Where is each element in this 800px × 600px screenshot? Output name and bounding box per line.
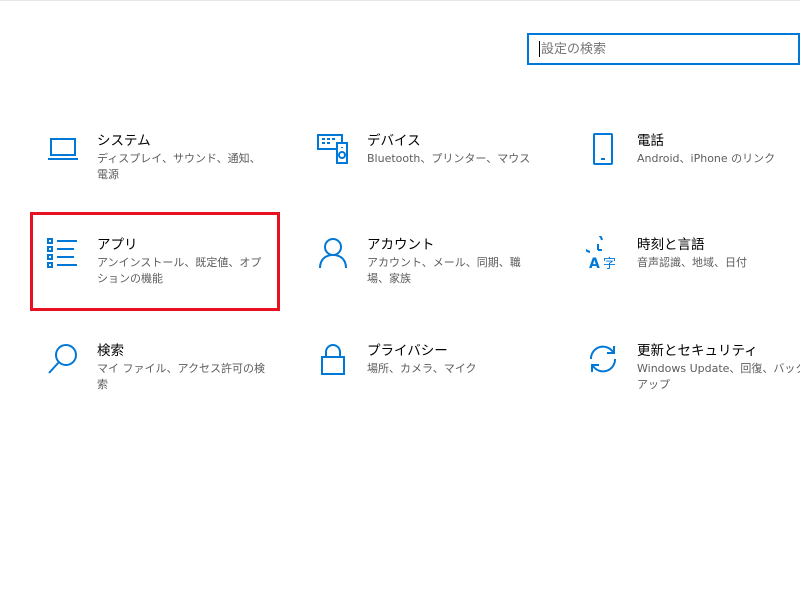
phone-icon bbox=[585, 131, 621, 167]
settings-search-input[interactable] bbox=[541, 41, 781, 57]
tile-devices-desc: Bluetooth、プリンター、マウス bbox=[367, 152, 531, 165]
sync-icon bbox=[585, 341, 621, 377]
lock-icon bbox=[315, 341, 351, 377]
tile-update-security[interactable]: 更新とセキュリティ Windows Update、回復、バックアップ bbox=[585, 341, 800, 411]
laptop-icon bbox=[45, 131, 81, 167]
tile-privacy-title: プライバシー bbox=[367, 343, 448, 359]
tile-time-language-desc: 音声認識、地域、日付 bbox=[637, 256, 747, 269]
search-icon bbox=[45, 341, 81, 377]
svg-text:字: 字 bbox=[603, 257, 616, 270]
tile-search-title: 検索 bbox=[97, 343, 124, 359]
tile-search[interactable]: 検索 マイ ファイル、アクセス許可の検索 bbox=[45, 341, 285, 411]
top-divider bbox=[0, 0, 800, 1]
devices-icon bbox=[315, 131, 351, 167]
svg-text:A: A bbox=[589, 256, 600, 270]
tile-update-security-desc: Windows Update、回復、バックアップ bbox=[637, 362, 800, 391]
tile-accounts-title: アカウント bbox=[367, 237, 435, 253]
settings-search-box[interactable] bbox=[527, 33, 800, 65]
text-caret bbox=[539, 41, 540, 57]
tile-time-language[interactable]: A 字 時刻と言語 音声認識、地域、日付 bbox=[585, 235, 800, 305]
tile-privacy[interactable]: プライバシー 場所、カメラ、マイク bbox=[315, 341, 555, 411]
tile-accounts[interactable]: アカウント アカウント、メール、同期、職場、家族 bbox=[315, 235, 555, 305]
tile-phone-title: 電話 bbox=[637, 133, 664, 149]
tile-update-security-title: 更新とセキュリティ bbox=[637, 343, 758, 359]
tile-accounts-desc: アカウント、メール、同期、職場、家族 bbox=[367, 256, 521, 285]
tile-system-title: システム bbox=[97, 133, 151, 149]
tile-phone-desc: Android、iPhone のリンク bbox=[637, 152, 776, 165]
time-language-icon: A 字 bbox=[585, 235, 621, 271]
person-icon bbox=[315, 235, 351, 271]
tile-time-language-title: 時刻と言語 bbox=[637, 237, 705, 253]
tile-system-desc: ディスプレイ、サウンド、通知、電源 bbox=[97, 152, 261, 181]
tile-phone[interactable]: 電話 Android、iPhone のリンク bbox=[585, 131, 800, 201]
tile-devices-title: デバイス bbox=[367, 133, 421, 149]
tile-system[interactable]: システム ディスプレイ、サウンド、通知、電源 bbox=[45, 131, 285, 201]
tile-privacy-desc: 場所、カメラ、マイク bbox=[367, 362, 477, 375]
apps-highlight-box bbox=[30, 212, 280, 311]
tile-search-desc: マイ ファイル、アクセス許可の検索 bbox=[97, 362, 265, 391]
tile-devices[interactable]: デバイス Bluetooth、プリンター、マウス bbox=[315, 131, 555, 201]
